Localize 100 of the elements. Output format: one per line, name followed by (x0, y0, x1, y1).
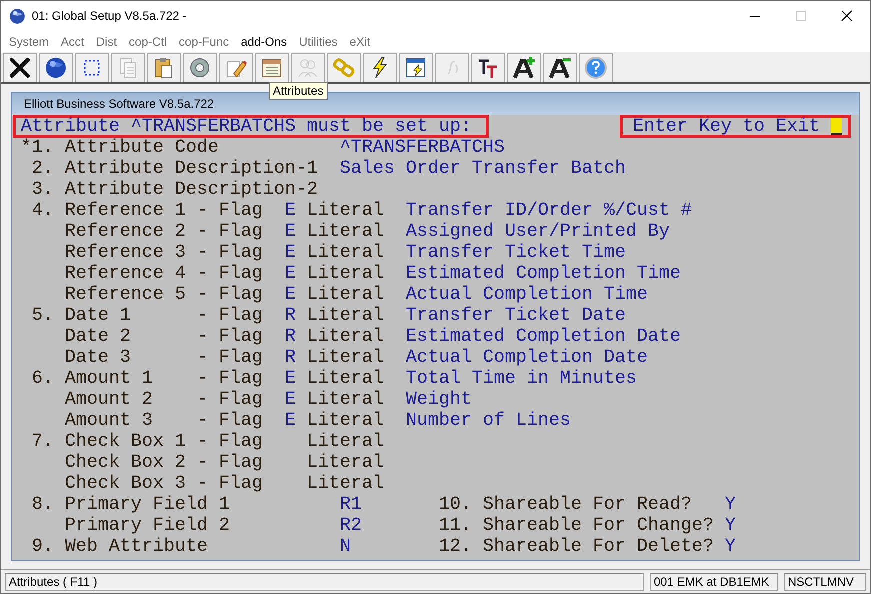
field-value: Actual Completion Date (406, 347, 648, 368)
field-label: - Flag (197, 452, 263, 473)
field-value: N (340, 536, 351, 557)
field-label: - Flag (197, 473, 263, 494)
field-value: Assigned User/Printed By (406, 221, 670, 242)
field-label: Check Box 3 (65, 473, 186, 494)
field-label: - Flag (197, 200, 263, 221)
menu-item[interactable]: add-Ons (237, 32, 292, 50)
field-label: Amount 3 (65, 410, 153, 431)
toolbar-button[interactable] (75, 53, 109, 82)
field-value: Total Time in Minutes (406, 368, 637, 389)
toolbar-button[interactable] (399, 53, 433, 82)
field-label: Literal (307, 200, 384, 221)
status-code: NSCTLMNV (784, 572, 866, 590)
field-number: 10. (438, 494, 472, 515)
menu-item[interactable]: eXit (346, 32, 374, 50)
field-number: 11. (438, 515, 472, 536)
flag-value: E (285, 263, 296, 284)
toolbar-button[interactable] (39, 53, 73, 82)
menu-item[interactable]: Dist (92, 32, 122, 50)
field-label: Literal (307, 473, 384, 494)
field-label: - Flag (197, 368, 263, 389)
field-label: Reference 1 (65, 200, 186, 221)
field-label: Literal (307, 326, 384, 347)
field-label: Literal (307, 263, 384, 284)
toolbar-button[interactable] (471, 53, 505, 82)
menu-item[interactable]: Acct (57, 32, 88, 50)
field-value: ^TRANSFERBATCHS (340, 137, 505, 158)
field-label: Literal (307, 452, 384, 473)
field-number: 3. (32, 179, 54, 200)
field-label: Amount 2 (65, 389, 153, 410)
field-label: - Flag (197, 263, 263, 284)
flag-value: E (285, 410, 296, 431)
font-increase-icon (512, 56, 536, 80)
field-label: - Flag (197, 221, 263, 242)
field-value: Actual Completion Time (406, 284, 648, 305)
globe-icon (9, 8, 26, 24)
field-number: 2. (32, 158, 54, 179)
field-label: Primary Field 1 (65, 494, 230, 515)
field-label: Literal (307, 221, 384, 242)
field-label: Date 1 (65, 305, 131, 326)
field-label: - Flag (197, 305, 263, 326)
field-label: Shareable For Delete? (482, 536, 714, 557)
window-icon (404, 56, 428, 80)
field-label: - Flag (197, 389, 263, 410)
status-text: Attributes ( F11 ) (5, 572, 644, 590)
flag-value: E (285, 242, 296, 263)
field-label: Date 3 (65, 347, 131, 368)
menu-item[interactable]: System (5, 32, 54, 50)
window-title: Elliott Business Software V8.5a.722 (24, 96, 214, 113)
tooltip: Attributes (269, 82, 328, 100)
flag-value: E (285, 284, 296, 305)
prompt-text: Attribute ^TRANSFERBATCHS must be set up: (21, 118, 472, 135)
field-label: Literal (307, 284, 384, 305)
field-label: - Flag (197, 242, 263, 263)
field-label: Literal (307, 347, 384, 368)
field-number: 12. (438, 536, 472, 557)
field-label: Primary Field 2 (65, 515, 230, 536)
field-label: - Flag (197, 326, 263, 347)
toolbar-button[interactable] (3, 53, 37, 82)
field-value: Transfer Ticket Date (406, 305, 626, 326)
flag-value: R (285, 347, 296, 368)
globe-icon (44, 56, 68, 80)
field-number: *1. (21, 137, 54, 158)
field-label: Literal (307, 368, 384, 389)
flag-value: R (285, 305, 296, 326)
field-label: - Flag (197, 410, 263, 431)
window-title: 01: Global Setup V8.5a.722 - (32, 8, 187, 25)
field-value: R1 (340, 494, 362, 515)
field-label: Attribute Code (65, 137, 219, 158)
flag-value: E (285, 221, 296, 242)
field-number: 7. (32, 431, 54, 452)
toolbar-button[interactable] (363, 53, 397, 82)
flag-value: E (285, 389, 296, 410)
field-value: Transfer ID/Order %/Cust # (406, 200, 692, 221)
field-label: Reference 4 (65, 263, 186, 284)
field-label: Amount 1 (65, 368, 153, 389)
field-number: 9. (32, 536, 54, 557)
field-label: Shareable For Read? (482, 494, 692, 515)
field-label: Reference 5 (65, 284, 186, 305)
field-value: R2 (340, 515, 362, 536)
flag-value: E (285, 200, 296, 221)
field-label: Web Attribute (65, 536, 208, 557)
close-icon (8, 56, 32, 80)
menu-item[interactable]: cop-Ctl (125, 32, 172, 50)
menu-item[interactable]: cop-Func (175, 32, 234, 50)
menu-item[interactable]: Utilities (295, 32, 342, 50)
toolbar-button[interactable] (507, 53, 541, 82)
field-value: Y (724, 536, 736, 557)
field-value: Sales Order Transfer Batch (340, 158, 626, 179)
field-value: Estimated Completion Time (406, 263, 681, 284)
chain-icon (332, 56, 356, 80)
field-value: Number of Lines (406, 410, 571, 431)
flag-value: E (285, 368, 296, 389)
field-number: 4. (32, 200, 54, 221)
field-value: Y (724, 494, 736, 515)
field-label: Check Box 2 (65, 452, 186, 473)
toolbar-button[interactable] (543, 53, 577, 82)
field-number: 5. (32, 305, 54, 326)
field-label: Date 2 (65, 326, 131, 347)
